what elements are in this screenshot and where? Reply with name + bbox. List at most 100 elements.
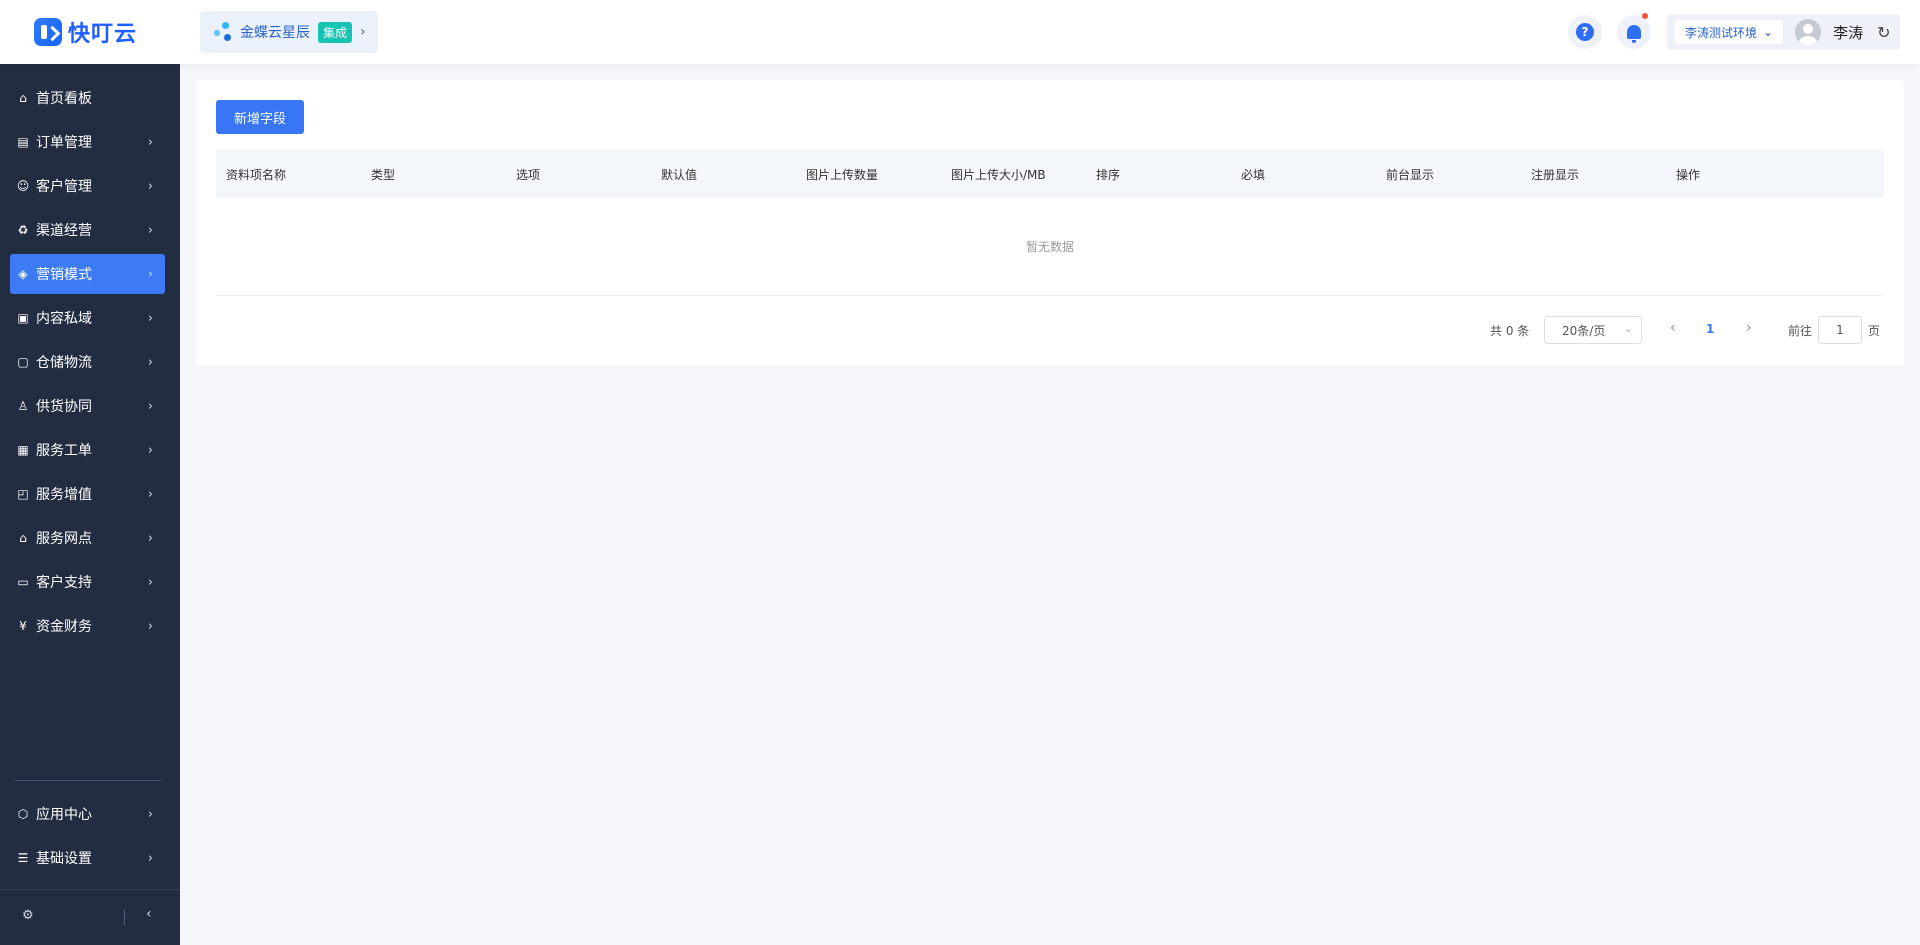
logo-mark-icon [34, 18, 62, 46]
chevron-right-icon: › [147, 574, 153, 590]
sidebar-item-label: 供货协同 [36, 399, 92, 415]
column-header: 默认值 [661, 168, 698, 182]
sidebar-item-label: 首页看板 [36, 91, 92, 107]
sidebar-footer: ⚙ ‹ [0, 889, 180, 945]
chevron-right-icon: › [147, 442, 153, 458]
clipboard-icon: ▤ [17, 135, 29, 149]
environment-label: 李涛测试环境 [1685, 25, 1758, 40]
theme-icon[interactable]: ⚙ [22, 908, 34, 923]
sidebar-item[interactable]: ▣ 内容私域 › [10, 298, 165, 338]
home-icon: ⌂ [19, 91, 27, 105]
image-icon: ▣ [17, 311, 29, 325]
page-size-select[interactable]: 20条/页 ⌄ [1544, 316, 1642, 344]
integration-dots-icon [214, 22, 232, 42]
add-field-button[interactable]: 新增字段 [216, 100, 304, 134]
total-count: 共 0 条 [1490, 324, 1530, 338]
integration-switcher[interactable]: 金蝶云星辰 集成 › [200, 11, 378, 53]
empty-text: 暂无数据 [1025, 240, 1074, 254]
sidebar-item-label: 基础设置 [36, 851, 92, 867]
refresh-icon[interactable]: ↻ [1877, 23, 1890, 42]
sidebar-item[interactable]: ♙ 供货协同 › [10, 386, 165, 426]
sidebar-item-label: 服务增值 [36, 487, 92, 503]
column-header: 操作 [1676, 168, 1701, 182]
sidebar-item[interactable]: ▭ 客户支持 › [10, 562, 165, 602]
top-header: 快叮云 金蝶云星辰 集成 › ? 李涛测试环境 ⌄ 李涛 ↻ [0, 0, 1920, 64]
chevron-right-icon: › [147, 178, 153, 194]
sidebar-item[interactable]: ♻ 渠道经营 › [10, 210, 165, 250]
sidebar-item[interactable]: ◰ 服务增值 › [10, 474, 165, 514]
support-icon: ▭ [17, 575, 29, 589]
sidebar-item-label: 仓储物流 [36, 355, 92, 371]
chevron-right-icon: › [147, 530, 153, 546]
help-button[interactable]: ? [1568, 15, 1602, 49]
app-logo[interactable]: 快叮云 [34, 16, 137, 48]
goto-page-input[interactable] [1818, 316, 1862, 344]
store-icon: ⌂ [19, 531, 27, 545]
chevron-right-icon: › [147, 850, 153, 866]
chevron-down-icon: ⌄ [1763, 25, 1774, 39]
column-header: 类型 [371, 168, 396, 182]
sidebar-divider [14, 780, 162, 781]
integration-name: 金蝶云星辰 [240, 25, 310, 41]
page-unit-label: 页 [1868, 324, 1881, 338]
help-icon: ? [1576, 23, 1594, 41]
tag-icon: ◈ [18, 267, 28, 281]
sidebar-item-label: 服务网点 [36, 531, 92, 547]
chevron-right-icon: › [147, 134, 153, 150]
next-page-icon[interactable]: › [1746, 320, 1752, 336]
column-header: 选项 [516, 168, 541, 182]
column-header: 排序 [1096, 168, 1121, 182]
goto-label: 前往 [1788, 324, 1813, 338]
chevron-right-icon: › [147, 222, 153, 238]
chevron-right-icon: › [360, 24, 366, 40]
sidebar-item[interactable]: ⌂ 首页看板 [10, 78, 165, 118]
sidebar-item-label: 渠道经营 [36, 223, 92, 239]
empty-state: 暂无数据 [216, 198, 1884, 296]
table-header: 资料项名称 类型 选项 默认值 图片上传数量 图片上传大小/MB 排序 必填 前… [216, 150, 1884, 198]
footer-divider [124, 909, 125, 925]
page-number[interactable]: 1 [1706, 322, 1714, 336]
column-header: 图片上传大小/MB [951, 168, 1046, 182]
column-header: 图片上传数量 [806, 168, 879, 182]
sidebar-item[interactable]: ¥ 资金财务 › [10, 606, 165, 646]
page-size-value: 20条/页 [1562, 323, 1606, 338]
logo-text: 快叮云 [68, 22, 138, 47]
sidebar-item[interactable]: ⬡ 应用中心 › [10, 794, 165, 834]
sidebar-item[interactable]: ⌂ 服务网点 › [10, 518, 165, 558]
sidebar-item-label: 客户管理 [36, 179, 92, 195]
bell-icon [1627, 25, 1641, 43]
chevron-right-icon: › [147, 310, 153, 326]
sidebar-item[interactable]: ☰ 基础设置 › [10, 838, 165, 878]
chevron-right-icon: › [147, 806, 153, 822]
user-name[interactable]: 李涛 [1833, 22, 1863, 43]
sidebar-item[interactable]: ▤ 订单管理 › [10, 122, 165, 162]
sidebar-item[interactable]: ◈ 营销模式 › [10, 254, 165, 294]
environment-select[interactable]: 李涛测试环境 ⌄ [1675, 20, 1784, 44]
bag-icon: ◰ [17, 487, 29, 501]
sidebar-item[interactable]: ☺ 客户管理 › [10, 166, 165, 206]
box-icon: ▢ [17, 355, 29, 369]
yen-icon: ¥ [19, 619, 27, 633]
prev-page-icon[interactable]: ‹ [1670, 320, 1676, 336]
chevron-right-icon: › [147, 266, 153, 282]
notification-button[interactable] [1617, 13, 1651, 49]
notification-dot [1642, 13, 1648, 19]
chevron-right-icon: › [147, 398, 153, 414]
fields-card: 新增字段 资料项名称 类型 选项 默认值 图片上传数量 图片上传大小/MB 排序… [196, 80, 1904, 366]
avatar[interactable] [1795, 19, 1822, 45]
collapse-sidebar-icon[interactable]: ‹ [146, 906, 152, 922]
sidebar-item-label: 客户支持 [36, 575, 92, 591]
user-area: 李涛测试环境 ⌄ 李涛 ↻ [1667, 14, 1900, 50]
ticket-icon: ▦ [17, 443, 29, 457]
chevron-down-icon: ⌄ [1623, 322, 1633, 335]
sidebar-item[interactable]: ▦ 服务工单 › [10, 430, 165, 470]
sidebar-item-label: 订单管理 [36, 135, 92, 151]
cube-icon: ⬡ [17, 807, 29, 821]
integration-badge: 集成 [318, 21, 353, 43]
user-sync-icon: ♙ [17, 399, 29, 413]
chevron-right-icon: › [147, 486, 153, 502]
sidebar-item[interactable]: ▢ 仓储物流 › [10, 342, 165, 382]
sidebar-item-label: 内容私域 [36, 311, 92, 327]
sidebar-item-label: 资金财务 [36, 619, 92, 635]
sidebar-item-label: 营销模式 [36, 267, 92, 283]
